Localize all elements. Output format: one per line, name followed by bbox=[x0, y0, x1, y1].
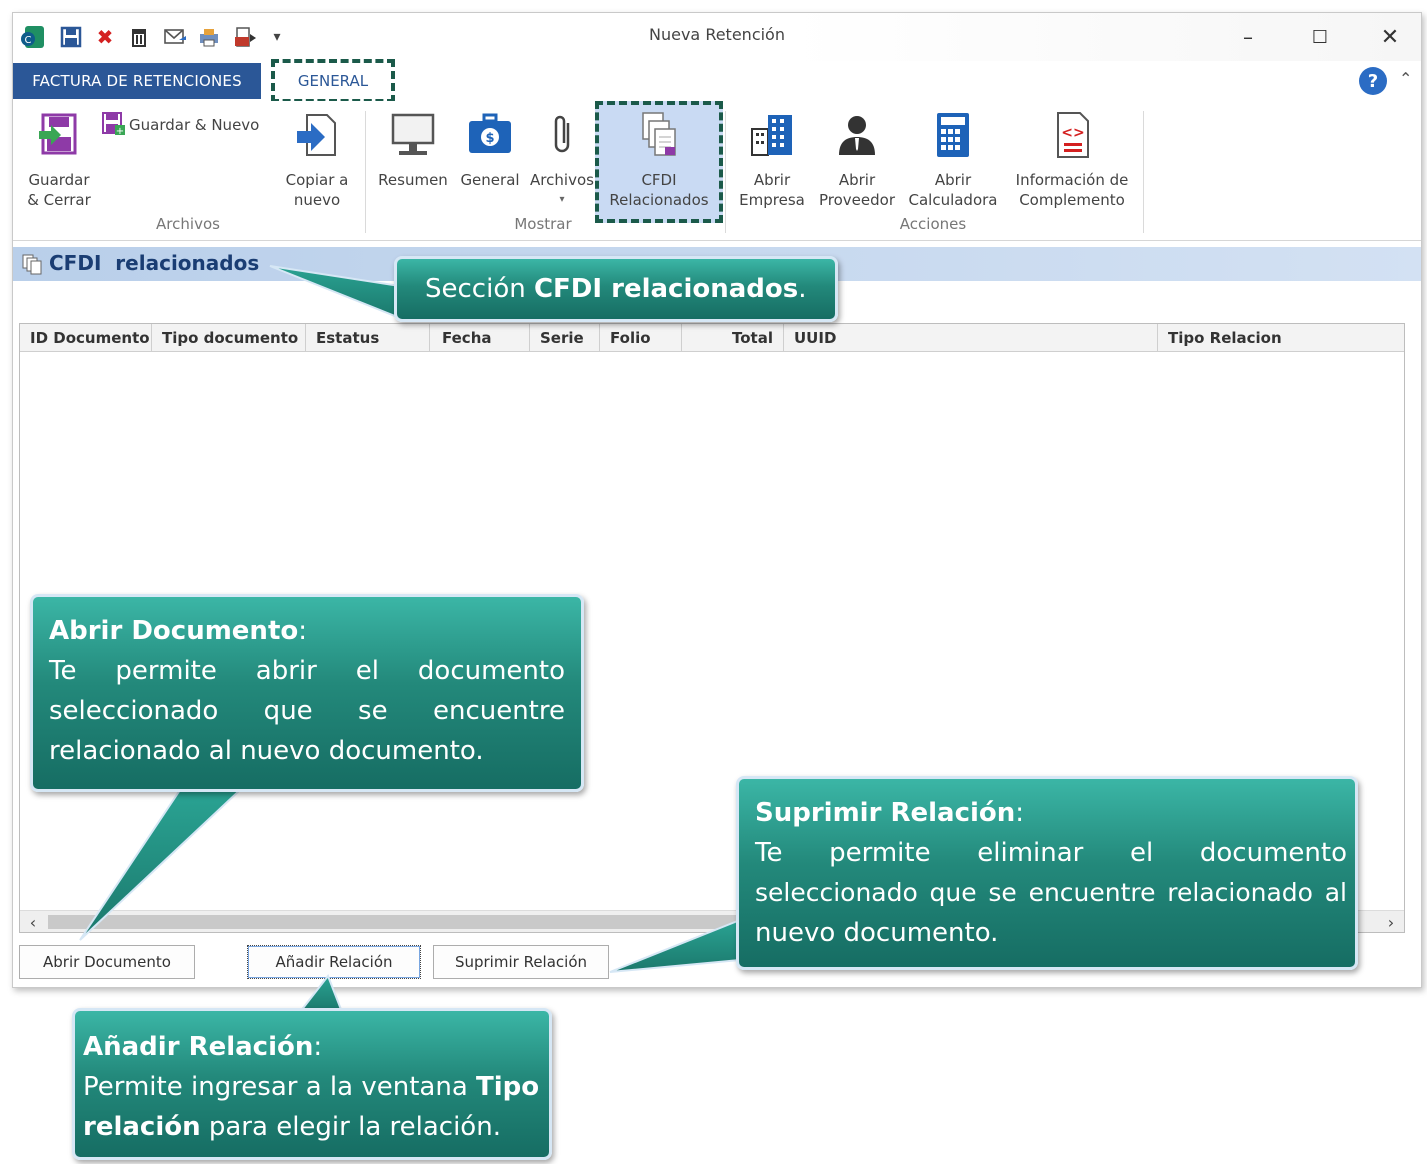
callout-anadir-line1-prefix: Permite ingresar a la ventana bbox=[83, 1072, 477, 1102]
callout-tail-anadir bbox=[297, 973, 344, 1013]
callout-abrir-title: Abrir Documento bbox=[49, 616, 299, 646]
callout-suprimir-colon: : bbox=[1015, 798, 1025, 828]
callout-tail-suprimir bbox=[609, 918, 741, 973]
callout-anadir-title: Añadir Relación bbox=[83, 1032, 314, 1062]
callout-suprimir-line-1: Te permite eliminar el documento bbox=[755, 838, 1347, 868]
callout-tail-abrir bbox=[79, 789, 243, 941]
callout-tail-seccion bbox=[269, 265, 401, 320]
callout-tails bbox=[79, 265, 741, 1013]
callout-seccion-prefix: Sección bbox=[425, 274, 534, 304]
callout-anadir-line2-bold: relación bbox=[83, 1112, 201, 1142]
callout-suprimir-line-3: nuevo documento. bbox=[755, 918, 999, 948]
callout-anadir: Añadir Relación: Permite ingresar a la v… bbox=[72, 1008, 552, 1160]
callout-anadir-line1-bold: Tipo bbox=[476, 1072, 540, 1102]
callout-seccion-suffix: . bbox=[798, 274, 807, 304]
callout-seccion-bold: CFDI relacionados bbox=[533, 274, 799, 304]
callout-suprimir: Suprimir Relación: Te permite eliminar e… bbox=[736, 776, 1358, 970]
callout-abrir: Abrir Documento: Te permite abrir el doc… bbox=[30, 594, 584, 792]
callout-abrir-line-2: seleccionado que se encuentre bbox=[49, 696, 565, 726]
callout-abrir-colon: : bbox=[298, 616, 307, 646]
callout-anadir-colon: : bbox=[313, 1032, 323, 1062]
callout-abrir-line-3: relacionado al nuevo documento. bbox=[49, 736, 484, 766]
callout-suprimir-line-2: seleccionado que se encuentre relacionad… bbox=[755, 878, 1347, 907]
callout-anadir-line2-suffix: para elegir la relación. bbox=[200, 1112, 501, 1142]
callout-seccion: Sección CFDI relacionados. bbox=[394, 256, 838, 322]
callout-abrir-line-1: Te permite abrir el documento bbox=[49, 656, 565, 686]
callout-suprimir-title: Suprimir Relación bbox=[755, 798, 1016, 828]
